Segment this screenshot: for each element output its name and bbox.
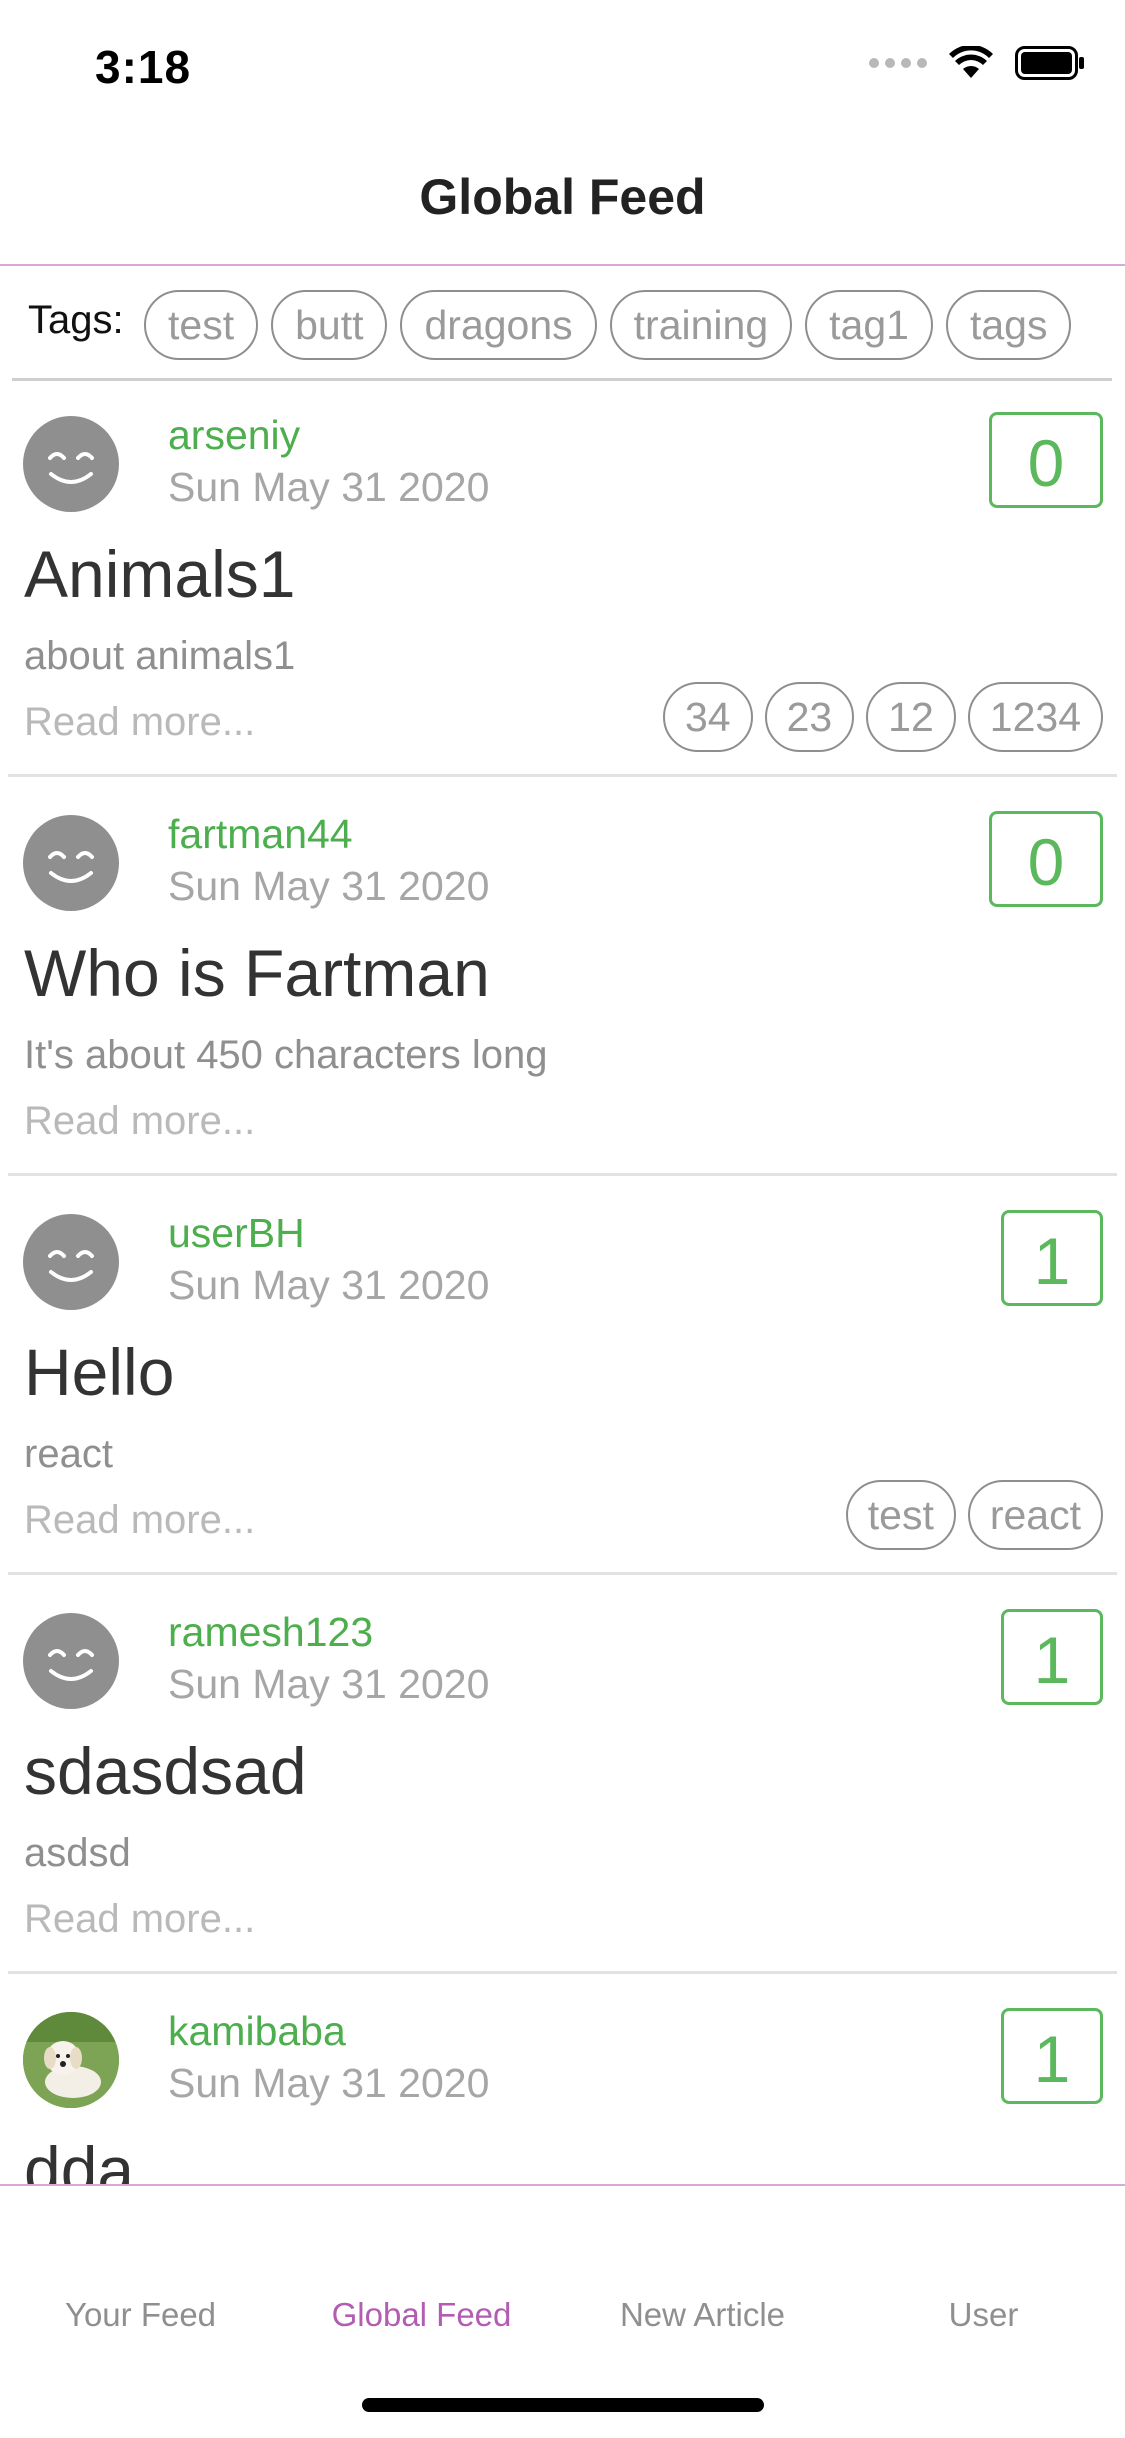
article-tag[interactable]: 34: [662, 682, 753, 752]
article-date: Sun May 31 2020: [168, 1661, 490, 1707]
article-tags: 34 23 12 1234: [662, 682, 1103, 752]
tag-strip: test butt dragons training tag1 tags: [144, 290, 1072, 360]
avatar[interactable]: [23, 1613, 119, 1709]
article-title[interactable]: sdasdsad: [24, 1733, 307, 1809]
read-more-link[interactable]: Read more...: [24, 1897, 255, 1942]
favorite-button[interactable]: 0: [989, 412, 1103, 508]
article-description: It's about 450 characters long: [24, 1033, 548, 1077]
article-date: Sun May 31 2020: [168, 464, 490, 510]
author-name[interactable]: userBH: [168, 1210, 305, 1257]
tag-pill[interactable]: tags: [945, 290, 1072, 360]
tab-new-article[interactable]: New Article: [562, 2296, 843, 2334]
article-tags: test react: [845, 1480, 1103, 1550]
tab-user[interactable]: User: [843, 2296, 1124, 2334]
article-description: react: [24, 1432, 113, 1476]
avatar[interactable]: [23, 815, 119, 911]
avatar[interactable]: [23, 2012, 119, 2108]
battery-icon: [1015, 46, 1084, 80]
tab-your-feed[interactable]: Your Feed: [0, 2296, 281, 2334]
favorite-button[interactable]: 1: [1001, 2008, 1103, 2104]
author-name[interactable]: arseniy: [168, 412, 300, 459]
article-date: Sun May 31 2020: [168, 863, 490, 909]
article-card[interactable]: fartman44 Sun May 31 2020 0 Who is Fartm…: [8, 777, 1117, 1176]
author-name[interactable]: ramesh123: [168, 1609, 373, 1656]
status-icons: [869, 46, 1085, 80]
read-more-link[interactable]: Read more...: [24, 1099, 255, 1144]
article-card[interactable]: kamibaba Sun May 31 2020 1 dda: [8, 1974, 1117, 2184]
favorite-button[interactable]: 0: [989, 811, 1103, 907]
tag-pill[interactable]: training: [609, 290, 793, 360]
tab-global-feed[interactable]: Global Feed: [281, 2296, 562, 2334]
nav-header: Global Feed: [0, 150, 1125, 266]
article-description: about animals1: [24, 634, 296, 678]
article-title[interactable]: dda: [24, 2132, 134, 2184]
status-bar: 3:18: [0, 0, 1125, 130]
article-description: asdsd: [24, 1831, 131, 1875]
tag-pill[interactable]: dragons: [400, 290, 597, 360]
author-name[interactable]: kamibaba: [168, 2008, 346, 2055]
tags-bar[interactable]: Tags: test butt dragons training tag1 ta…: [12, 268, 1112, 381]
home-indicator[interactable]: [362, 2398, 764, 2412]
smiley-icon: [48, 1250, 94, 1282]
smiley-icon: [48, 1649, 94, 1681]
article-tag[interactable]: react: [967, 1480, 1103, 1550]
article-card[interactable]: ramesh123 Sun May 31 2020 1 sdasdsad asd…: [8, 1575, 1117, 1974]
read-more-link[interactable]: Read more...: [24, 700, 255, 745]
smiley-icon: [48, 452, 94, 484]
article-date: Sun May 31 2020: [168, 2060, 490, 2106]
article-tag[interactable]: 12: [866, 682, 956, 752]
avatar[interactable]: [23, 1214, 119, 1310]
tag-pill[interactable]: tag1: [805, 290, 933, 360]
tag-pill[interactable]: test: [144, 290, 259, 360]
article-feed[interactable]: arseniy Sun May 31 2020 0 Animals1 about…: [0, 378, 1125, 2184]
puppy-photo-icon: [23, 2012, 119, 2108]
page-title: Global Feed: [419, 169, 706, 225]
signal-icon: [869, 58, 927, 68]
smiley-icon: [48, 851, 94, 883]
status-time: 3:18: [95, 41, 192, 93]
author-name[interactable]: fartman44: [168, 811, 353, 858]
article-title[interactable]: Hello: [24, 1334, 174, 1410]
article-tag[interactable]: test: [845, 1480, 956, 1550]
tags-label: Tags:: [28, 298, 124, 342]
article-date: Sun May 31 2020: [168, 1262, 490, 1308]
favorite-button[interactable]: 1: [1001, 1210, 1103, 1306]
wifi-icon: [949, 46, 993, 78]
read-more-link[interactable]: Read more...: [24, 1498, 255, 1543]
tag-pill[interactable]: butt: [271, 290, 388, 360]
article-tag[interactable]: 1234: [967, 682, 1103, 752]
article-title[interactable]: Animals1: [24, 536, 295, 612]
article-card[interactable]: arseniy Sun May 31 2020 0 Animals1 about…: [8, 378, 1117, 777]
favorite-button[interactable]: 1: [1001, 1609, 1103, 1705]
avatar[interactable]: [23, 416, 119, 512]
article-card[interactable]: userBH Sun May 31 2020 1 Hello react Rea…: [8, 1176, 1117, 1575]
article-tag[interactable]: 23: [764, 682, 855, 752]
article-title[interactable]: Who is Fartman: [24, 935, 490, 1011]
